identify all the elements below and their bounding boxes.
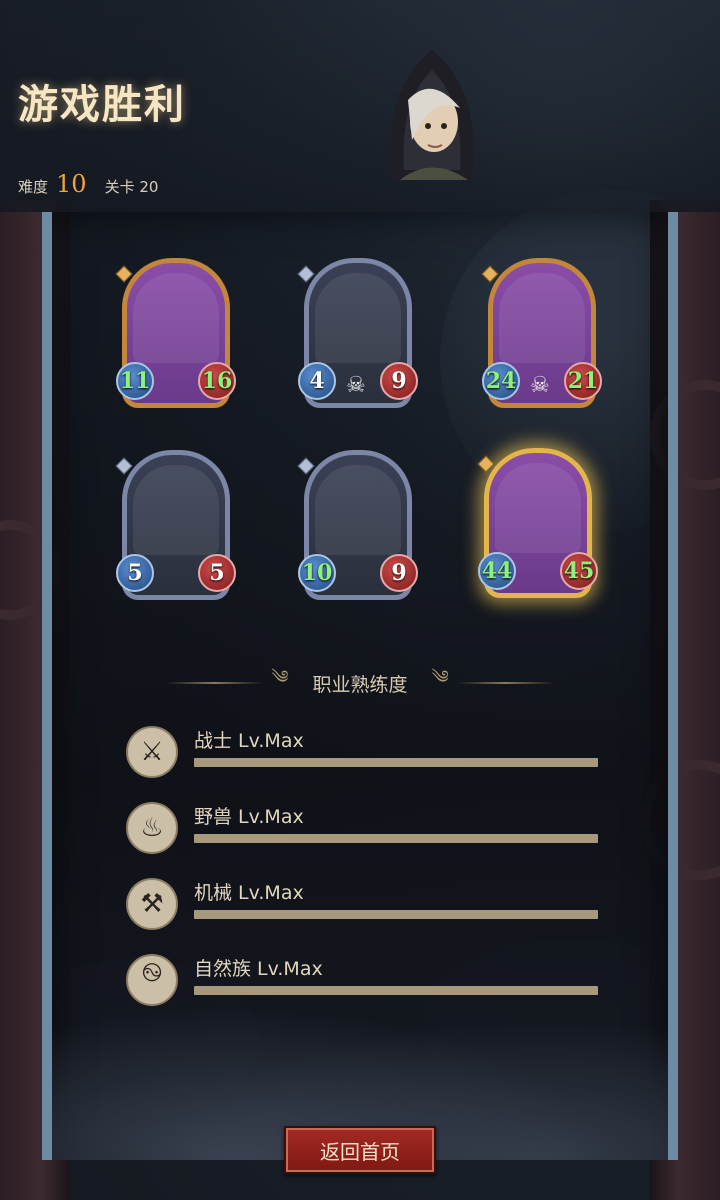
- mastery-label: 自然族 Lv.Max: [194, 958, 323, 980]
- unit-card[interactable]: 10 9: [297, 450, 418, 600]
- page-title: 游戏胜利: [18, 82, 186, 128]
- mastery-label: 野兽 Lv.Max: [194, 806, 304, 828]
- card-art: [133, 273, 219, 363]
- divider-line: [166, 682, 264, 684]
- card-health: 45: [560, 552, 598, 590]
- difficulty-info: 难度 10 关卡 20: [18, 170, 158, 198]
- card-health: 9: [380, 554, 418, 592]
- difficulty-value: 10: [56, 170, 87, 198]
- unit-card-highlighted[interactable]: 44 45: [477, 448, 598, 598]
- card-attack: 5: [116, 554, 154, 592]
- card-attack: 4: [298, 362, 336, 400]
- card-art: [133, 465, 219, 555]
- unit-card[interactable]: 4 ☠ 9: [297, 258, 418, 408]
- card-health: 16: [198, 362, 236, 400]
- curl-ornament-icon: ༄: [271, 667, 289, 688]
- skull-icon: ☠: [530, 373, 550, 398]
- mastery-title: 职业熟练度: [312, 673, 408, 696]
- return-home-button[interactable]: 返回首页: [284, 1126, 436, 1174]
- unit-card[interactable]: 5 5: [115, 450, 236, 600]
- level-label: 关卡 20: [104, 178, 159, 196]
- mastery-progress-bar: [194, 834, 598, 843]
- curl-ornament-icon: ༄: [431, 667, 449, 688]
- divider-line: [456, 682, 555, 684]
- card-attack: 11: [116, 362, 154, 400]
- card-art: [495, 463, 581, 553]
- mastery-row-beast: ♨ 野兽 Lv.Max: [126, 802, 598, 858]
- card-attack: 44: [478, 552, 516, 590]
- card-attack: 24: [482, 362, 520, 400]
- mastery-progress-bar: [194, 910, 598, 919]
- hooded-girl-avatar: [390, 50, 474, 180]
- mastery-progress-bar: [194, 758, 598, 767]
- mastery-progress-bar: [194, 986, 598, 995]
- card-health: 21: [564, 362, 602, 400]
- unit-card[interactable]: 24 ☠ 21: [481, 258, 602, 408]
- mastery-divider: ༄ 职业熟练度 ༄: [166, 667, 555, 698]
- sword-icon: ⚔: [126, 726, 178, 778]
- unit-card[interactable]: 11 16: [115, 258, 236, 408]
- header: 游戏胜利 难度 10 关卡 20: [0, 0, 720, 212]
- skull-icon: ☠: [346, 373, 366, 398]
- mastery-row-warrior: ⚔ 战士 Lv.Max: [126, 726, 598, 782]
- mastery-row-nature: ࿊ 自然族 Lv.Max: [126, 954, 598, 1010]
- card-attack: 10: [298, 554, 336, 592]
- wrench-icon: ⚒: [126, 878, 178, 930]
- spiral-icon: ࿊: [126, 954, 178, 1006]
- card-art: [499, 273, 585, 363]
- mastery-label: 机械 Lv.Max: [194, 882, 304, 904]
- flame-claw-icon: ♨: [126, 802, 178, 854]
- card-health: 5: [198, 554, 236, 592]
- card-art: [315, 273, 401, 363]
- mastery-label: 战士 Lv.Max: [194, 730, 304, 752]
- mastery-row-mech: ⚒ 机械 Lv.Max: [126, 878, 598, 934]
- card-health: 9: [380, 362, 418, 400]
- card-art: [315, 465, 401, 555]
- difficulty-label: 难度: [18, 178, 49, 196]
